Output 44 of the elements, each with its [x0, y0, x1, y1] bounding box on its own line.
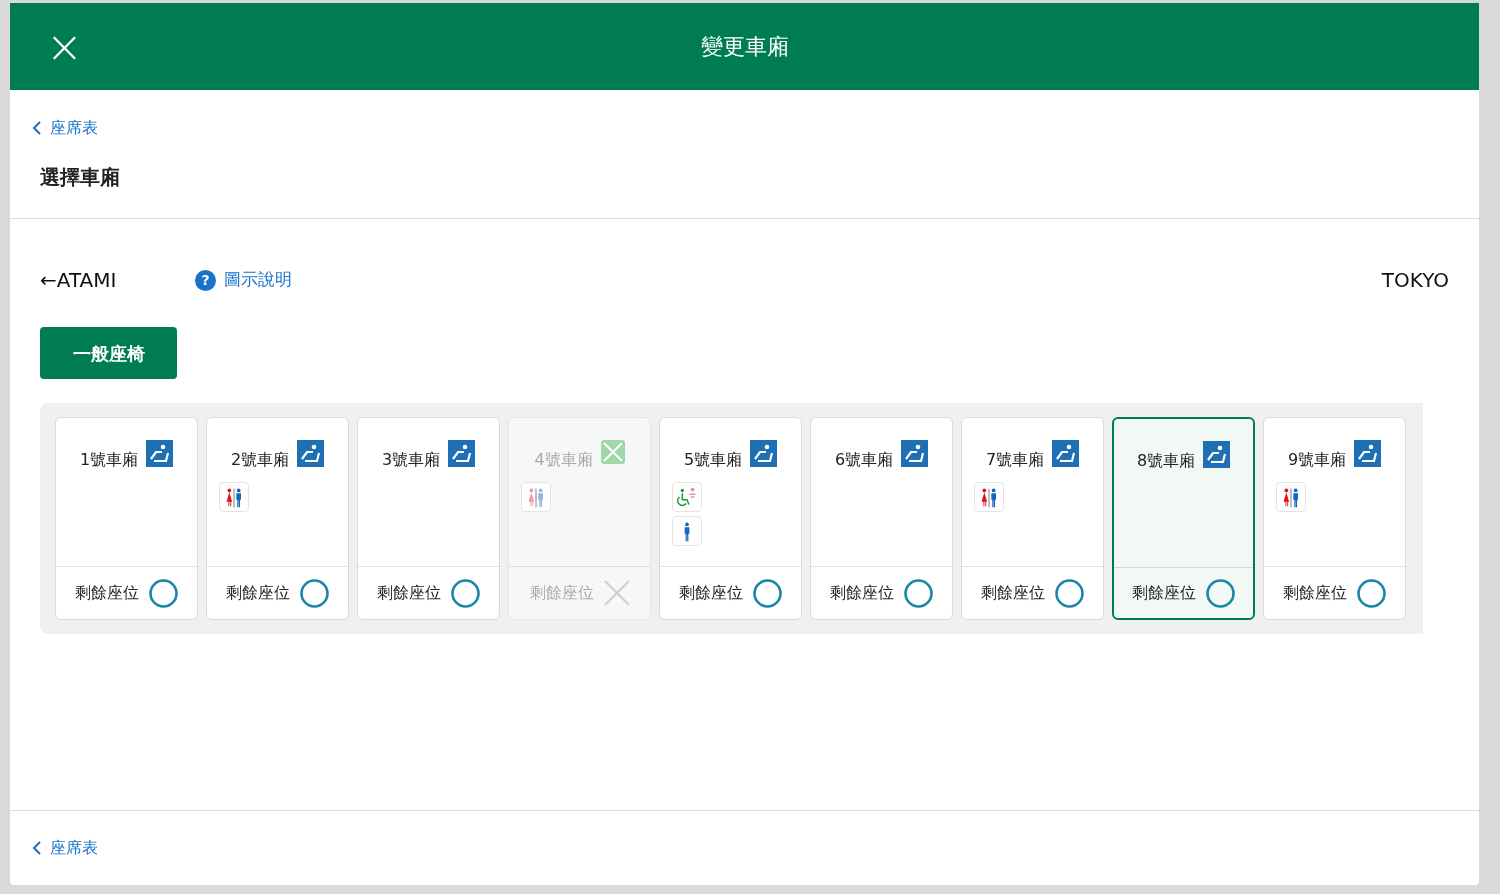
car-card[interactable]: 8號車廂 剩餘座位 — [1112, 417, 1255, 620]
remaining-seats-label: 剩餘座位 — [1283, 582, 1347, 604]
car-name: 7號車廂 — [985, 449, 1045, 471]
remaining-seats-label: 剩餘座位 — [529, 582, 594, 604]
accessible-icon — [672, 482, 702, 512]
remaining-seats-label: 剩餘座位 — [226, 582, 290, 604]
car-name: 2號車廂 — [230, 449, 290, 471]
restroom-icon — [521, 482, 551, 512]
car-card[interactable]: 7號車廂 剩餘座位 — [961, 417, 1104, 620]
car-card[interactable]: 1號車廂 剩餘座位 — [55, 417, 198, 620]
remaining-seats-label: 剩餘座位 — [377, 582, 441, 604]
car-name: 5號車廂 — [683, 449, 743, 471]
restroom-icon — [219, 482, 249, 512]
chevron-left-icon — [32, 840, 42, 856]
remaining-seats-label: 剩餘座位 — [830, 582, 894, 604]
car-name: 8號車廂 — [1136, 450, 1196, 472]
help-icon: ? — [195, 269, 216, 291]
restroom-icon — [974, 482, 1004, 512]
seat-class-tab[interactable]: 一般座椅 — [40, 327, 177, 379]
car-name: 3號車廂 — [381, 449, 441, 471]
restroom-icon — [1276, 482, 1306, 512]
car-card[interactable]: 9號車廂 剩餘座位 — [1263, 417, 1406, 620]
remaining-seats-label: 剩餘座位 — [1132, 582, 1196, 604]
origin-station: ←ATAMI — [40, 267, 118, 294]
chevron-left-icon — [32, 120, 42, 136]
car-card[interactable]: 6號車廂 剩餘座位 — [810, 417, 953, 620]
dialog-title: 變更車廂 — [700, 33, 789, 61]
page-heading: 選擇車廂 — [39, 164, 121, 191]
destination-station: TOKYO — [1381, 267, 1449, 294]
back-link[interactable]: 座席表 — [50, 836, 98, 860]
car-card[interactable]: 5號車廂 剩餘座位 — [659, 417, 802, 620]
close-button[interactable]: × — [46, 24, 83, 69]
remaining-seats-label: 剩餘座位 — [679, 582, 743, 604]
legend-link[interactable]: 圖示說明 — [224, 267, 292, 293]
car-name: 6號車廂 — [834, 449, 894, 471]
car-card[interactable]: 3號車廂 剩餘座位 — [357, 417, 500, 620]
back-link[interactable]: 座席表 — [50, 116, 98, 140]
mens-restroom-icon — [672, 516, 702, 546]
car-name: 1號車廂 — [79, 449, 139, 471]
car-name: 9號車廂 — [1287, 449, 1347, 471]
remaining-seats-label: 剩餘座位 — [981, 582, 1045, 604]
car-card[interactable]: 2號車廂 剩餘座位 — [206, 417, 349, 620]
remaining-seats-label: 剩餘座位 — [75, 582, 139, 604]
car-name: 4號車廂 — [534, 449, 593, 471]
